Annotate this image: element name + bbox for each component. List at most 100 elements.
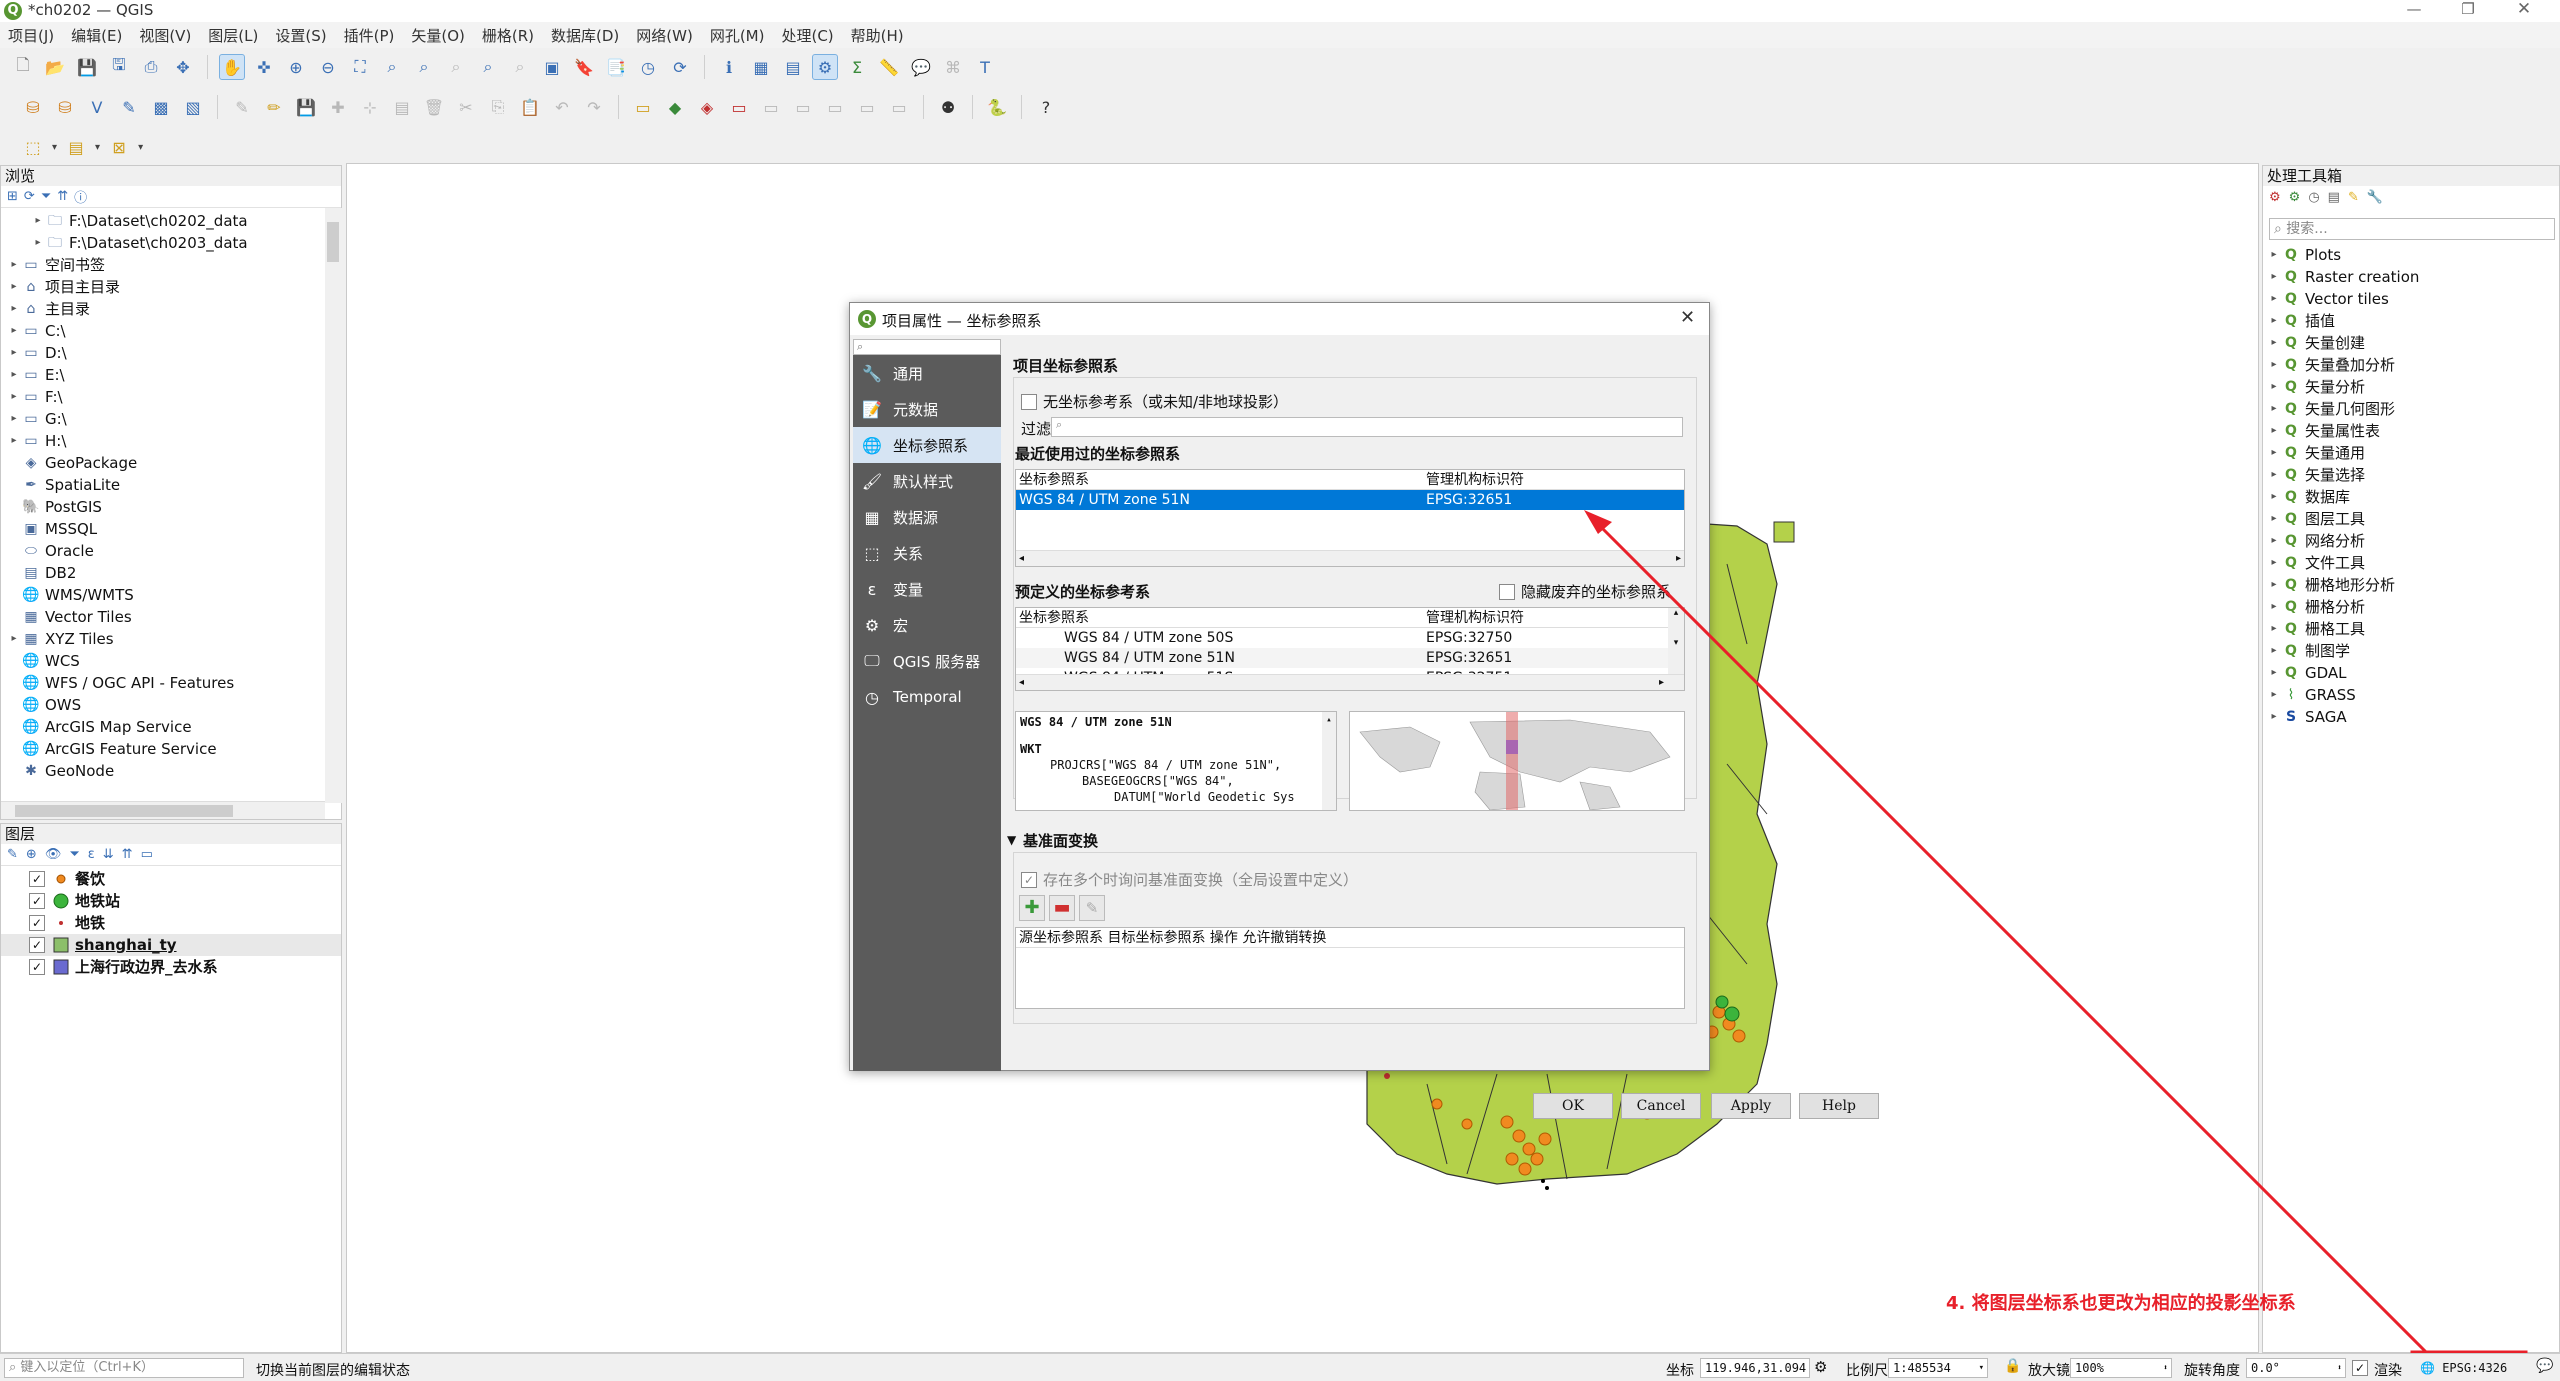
browser-item[interactable]: 🌐 OWS xyxy=(1,694,341,716)
dialog-nav-item[interactable]: 🌐 坐标参照系 xyxy=(853,427,1001,463)
visibility-icon[interactable]: 👁 xyxy=(45,847,62,862)
browser-item[interactable]: ▸ ▭ 空间书签 xyxy=(1,254,341,276)
menu-item-6[interactable]: 矢量(O) xyxy=(411,25,465,46)
change-label-icon[interactable]: ▭ xyxy=(822,94,848,120)
toolbox-item[interactable]: ▸ Q 栅格分析 xyxy=(2267,596,2557,618)
browser-item[interactable]: ▸ 🗀 F:\Dataset\ch0202_data xyxy=(1,210,341,232)
layer-item[interactable]: ✓ 餐饮 xyxy=(1,868,341,890)
help-button[interactable]: Help xyxy=(1799,1093,1879,1119)
scale-input[interactable]: 1:485534 ▾ xyxy=(1888,1358,1988,1378)
recent-hscrollbar[interactable]: ◂ ▸ xyxy=(1016,550,1684,566)
dialog-nav-item[interactable]: ▦ 数据源 xyxy=(853,499,1001,535)
browser-item[interactable]: 🌐 ArcGIS Map Service xyxy=(1,716,341,738)
deselect-icon[interactable]: ⊠ xyxy=(106,134,132,160)
add-selected-icon[interactable]: ⊞ xyxy=(7,189,18,204)
predefined-hscrollbar[interactable]: ◂ ▸ xyxy=(1016,674,1684,690)
refresh-icon[interactable]: ⟳ xyxy=(24,189,35,204)
restore-icon[interactable]: ❐ xyxy=(2458,0,2478,18)
python-console-icon[interactable]: 🐍 xyxy=(984,94,1010,120)
layer-item[interactable]: ✓ shanghai_ty xyxy=(1,934,341,956)
menu-item-11[interactable]: 处理(C) xyxy=(781,25,833,46)
toggle-editing-icon[interactable]: ✏ xyxy=(261,94,287,120)
show-hide-label-icon[interactable]: ▭ xyxy=(854,94,880,120)
locator-input[interactable]: ⌕ 键入以定位（Ctrl+K） xyxy=(4,1358,244,1378)
measure-icon[interactable]: 📏 xyxy=(876,54,902,80)
menu-item-9[interactable]: 网络(W) xyxy=(636,25,693,46)
add-group-icon[interactable]: ⊕ xyxy=(26,847,37,862)
zoom-last-icon[interactable]: ⌕ xyxy=(475,54,501,80)
pan-icon[interactable]: ✋ xyxy=(219,54,245,80)
browser-item[interactable]: ✱ GeoNode xyxy=(1,760,341,782)
pan-to-selection-icon[interactable]: ✜ xyxy=(251,54,277,80)
bookmark-new-icon[interactable]: 🔖 xyxy=(571,54,597,80)
modify-attributes-icon[interactable]: ▤ xyxy=(389,94,415,120)
temporal-icon[interactable]: ◷ xyxy=(635,54,661,80)
toolbox-item[interactable]: ▸ Q Plots xyxy=(2267,244,2557,266)
toolbox-item[interactable]: ▸ Q 数据库 xyxy=(2267,486,2557,508)
save-as-icon[interactable]: 🖫 xyxy=(106,54,132,80)
expression-filter-icon[interactable]: ε xyxy=(88,847,95,862)
save-edits-icon[interactable]: 💾 xyxy=(293,94,319,120)
virtual-layer-icon[interactable]: ▧ xyxy=(180,94,206,120)
table-row[interactable]: WGS 84 / UTM zone 51N EPSG:32651 xyxy=(1016,490,1684,510)
hide-deprecated-checkbox[interactable]: 隐藏废弃的坐标参照系 xyxy=(1499,581,1671,602)
browser-hscrollbar[interactable] xyxy=(1,801,325,819)
dialog-close-icon[interactable]: ✕ xyxy=(1680,307,1695,328)
annotation-icon[interactable]: ⌘ xyxy=(940,54,966,80)
wkt-scrollbar[interactable]: ▴ xyxy=(1322,712,1336,810)
menu-item-7[interactable]: 栅格(R) xyxy=(482,25,534,46)
results-icon[interactable]: ▤ xyxy=(2328,190,2340,205)
refresh-icon[interactable]: ⟳ xyxy=(667,54,693,80)
show-bookmarks-icon[interactable]: 📑 xyxy=(603,54,629,80)
style-manager-icon[interactable]: ✥ xyxy=(170,54,196,80)
toolbox-item[interactable]: ▸ Q 矢量分析 xyxy=(2267,376,2557,398)
label-icon[interactable]: ▭ xyxy=(630,94,656,120)
toolbox-item[interactable]: ▸ Q Raster creation xyxy=(2267,266,2557,288)
toolbox-item[interactable]: ▸ Q 网络分析 xyxy=(2267,530,2557,552)
select-by-value-icon[interactable]: ▤ xyxy=(63,134,89,160)
vertex-tool-icon[interactable]: ⊹ xyxy=(357,94,383,120)
zoom-layer-icon[interactable]: ⌕ xyxy=(411,54,437,80)
browser-item[interactable]: ▣ MSSQL xyxy=(1,518,341,540)
new-map-view-icon[interactable]: ▣ xyxy=(539,54,565,80)
expand-all-icon[interactable]: ⇊ xyxy=(103,847,114,862)
delete-icon[interactable]: 🗑 xyxy=(421,94,447,120)
browser-item[interactable]: ▸ ▭ D:\ xyxy=(1,342,341,364)
cancel-button[interactable]: Cancel xyxy=(1621,1093,1701,1119)
current-edits-icon[interactable]: ✎ xyxy=(229,94,255,120)
collapse-all-layers-icon[interactable]: ⇈ xyxy=(122,847,133,862)
magnifier-input[interactable]: 100% ⬍ xyxy=(2070,1358,2172,1378)
menu-item-3[interactable]: 图层(L) xyxy=(208,25,258,46)
options-icon[interactable]: 🔧 xyxy=(2367,190,2383,205)
collapse-all-icon[interactable]: ⇈ xyxy=(57,189,68,204)
toolbox-item[interactable]: ▸ Q 栅格地形分析 xyxy=(2267,574,2557,596)
browser-item[interactable]: ▸ ▭ E:\ xyxy=(1,364,341,386)
add-raster-icon[interactable]: ▩ xyxy=(148,94,174,120)
lock-icon[interactable]: 🔒 xyxy=(2004,1358,2021,1374)
dialog-nav-item[interactable]: ◷ Temporal xyxy=(853,679,1001,715)
map-tips-icon[interactable]: 💬 xyxy=(908,54,934,80)
statistics-icon[interactable]: Σ xyxy=(844,54,870,80)
identify-icon[interactable]: ℹ xyxy=(716,54,742,80)
attribute-table-icon[interactable]: ▦ xyxy=(748,54,774,80)
models-icon[interactable]: ⚙ xyxy=(2269,190,2281,205)
table-row[interactable]: WGS 84 / UTM zone 51N EPSG:32651 xyxy=(1016,648,1684,668)
toolbox-item[interactable]: ▸ Q 插值 xyxy=(2267,310,2557,332)
add-feature-icon[interactable]: ✚ xyxy=(325,94,351,120)
browser-item[interactable]: ▸ ▭ H:\ xyxy=(1,430,341,452)
new-project-icon[interactable]: 🗋 xyxy=(10,54,36,80)
layer-visibility-checkbox[interactable]: ✓ xyxy=(29,937,45,953)
menu-item-0[interactable]: 项目(J) xyxy=(8,25,54,46)
browser-item[interactable]: ✒ SpatiaLite xyxy=(1,474,341,496)
rotate-label-icon[interactable]: ▭ xyxy=(790,94,816,120)
show-labels-icon[interactable]: ◈ xyxy=(694,94,720,120)
browser-item[interactable]: ▸ ▭ G:\ xyxy=(1,408,341,430)
menu-item-10[interactable]: 网孔(M) xyxy=(710,25,765,46)
coord-toggle-icon[interactable]: ⚙ xyxy=(1814,1358,1827,1376)
toolbox-item[interactable]: ▸ Q GDAL xyxy=(2267,662,2557,684)
style-layer-icon[interactable]: ✎ xyxy=(7,847,18,862)
apply-button[interactable]: Apply xyxy=(1711,1093,1791,1119)
data-source-manager-icon[interactable]: ⛁ xyxy=(20,94,46,120)
minimize-icon[interactable]: — xyxy=(2404,0,2424,18)
new-vector-icon[interactable]: V xyxy=(84,94,110,120)
